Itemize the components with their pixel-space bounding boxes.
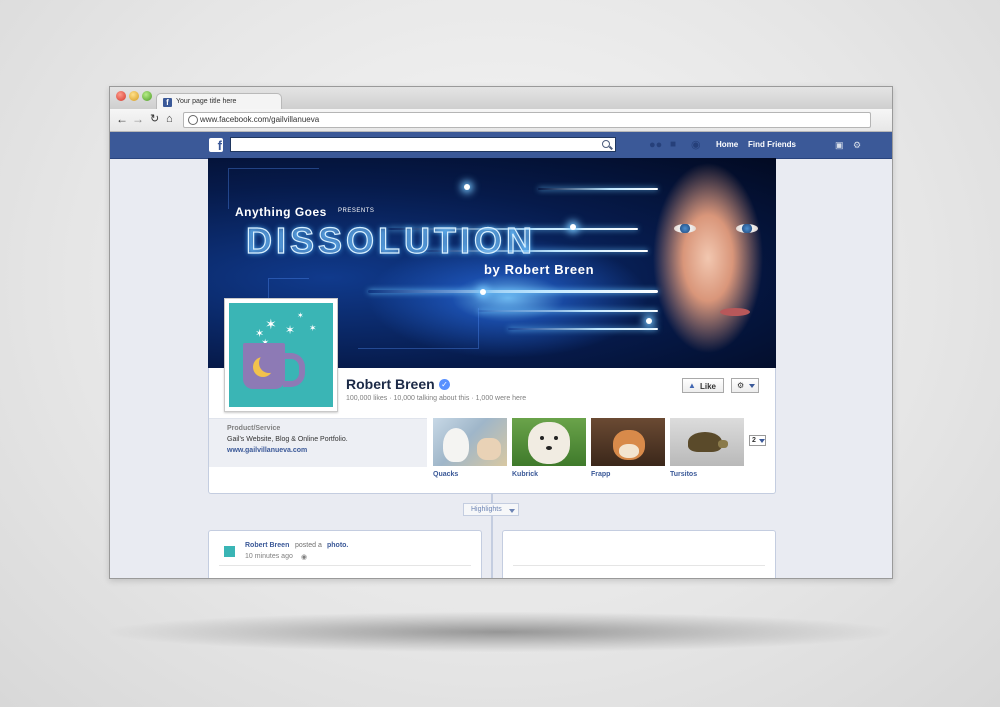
close-window-icon[interactable] xyxy=(116,91,126,101)
search-icon[interactable] xyxy=(602,140,610,148)
settings-gear-icon[interactable]: ⚙ xyxy=(853,140,861,151)
timeline-post-empty xyxy=(502,530,776,578)
app-tab-frapp[interactable]: Frapp xyxy=(591,418,665,484)
chevron-down-icon xyxy=(509,509,515,513)
light-spark xyxy=(480,289,486,295)
find-friends-link[interactable]: Find Friends xyxy=(748,140,796,149)
face-eye xyxy=(736,224,758,233)
friend-requests-icon[interactable]: ●● xyxy=(649,139,662,151)
light-beam xyxy=(508,328,658,330)
app-label: Kubrick xyxy=(512,471,539,478)
page-website-link[interactable]: www.gailvillanueva.com xyxy=(227,447,307,454)
divider xyxy=(513,565,765,566)
light-spark xyxy=(646,318,652,324)
light-beam xyxy=(478,310,658,312)
app-tab-quacks[interactable]: Quacks xyxy=(433,418,507,484)
divider xyxy=(219,565,471,566)
back-arrow-icon[interactable]: ← xyxy=(116,112,128,126)
minimize-window-icon[interactable] xyxy=(129,91,139,101)
cover-title: DISSOLUTION xyxy=(245,219,537,261)
reload-icon[interactable]: ↻ xyxy=(150,112,159,126)
profile-picture[interactable]: ✶ ✶ ✶ ✶ ✶ ✶ xyxy=(224,298,338,412)
face-mouth xyxy=(720,308,750,316)
gear-icon: ⚙ xyxy=(737,381,745,390)
moon-shadow xyxy=(259,353,279,373)
browser-titlebar: f Your page title here xyxy=(110,87,892,111)
hamster-photo-icon xyxy=(591,418,665,466)
like-button-label: Like xyxy=(700,382,717,391)
page-category: Product/Service xyxy=(227,425,281,432)
post-timestamp[interactable]: 10 minutes ago xyxy=(245,553,293,560)
dog-photo-icon xyxy=(512,418,586,466)
star-icon: ✶ xyxy=(309,323,317,333)
app-tab-kubrick[interactable]: Kubrick xyxy=(512,418,586,484)
tab-title: Your page title here xyxy=(176,98,237,105)
light-beam xyxy=(368,290,658,293)
verified-badge-icon: ✓ xyxy=(439,379,450,390)
post-action-text: posted a xyxy=(295,542,322,549)
turtle-photo-icon xyxy=(670,418,744,466)
notifications-globe-icon[interactable]: ◉ xyxy=(691,139,701,151)
page-options-button[interactable]: ⚙ xyxy=(731,378,759,393)
search-input[interactable] xyxy=(230,137,616,152)
address-bar[interactable]: www.facebook.com/gailvillanueva xyxy=(183,112,871,128)
light-beam xyxy=(538,188,658,190)
timeline-post[interactable]: Robert Breen posted a photo. 10 minutes … xyxy=(208,530,482,578)
globe-icon xyxy=(188,115,198,125)
post-photo-link[interactable]: photo. xyxy=(327,542,348,549)
page-description: Gail's Website, Blog & Online Portfolio. xyxy=(227,436,348,443)
app-tab-tursitos[interactable]: Tursitos xyxy=(670,418,744,484)
like-button[interactable]: ▲ Like xyxy=(682,378,724,393)
facebook-top-bar: f ●● ■ ◉ Home Find Friends ▣ ⚙ xyxy=(110,132,892,159)
maximize-window-icon[interactable] xyxy=(142,91,152,101)
apps-more-button[interactable]: 2 xyxy=(749,435,766,446)
chevron-down-icon xyxy=(759,439,765,443)
light-spark xyxy=(464,184,470,190)
highlights-label: Highlights xyxy=(471,506,502,513)
duck-photo-icon xyxy=(433,418,507,466)
star-icon: ✶ xyxy=(265,316,277,332)
post-author[interactable]: Robert Breen xyxy=(245,542,289,549)
facebook-page: Anything Goes PRESENTS DISSOLUTION by Ro… xyxy=(208,158,776,578)
light-spark xyxy=(570,224,576,230)
page-name[interactable]: Robert Breen xyxy=(346,376,435,392)
page-stats: 100,000 likes · 10,000 talking about thi… xyxy=(346,395,527,402)
home-link[interactable]: Home xyxy=(716,140,738,149)
app-label: Tursitos xyxy=(670,471,698,478)
browser-window: f Your page title here ← → ↻ ⌂ www.faceb… xyxy=(109,86,893,579)
star-icon: ✶ xyxy=(297,311,304,320)
facebook-logo-icon[interactable]: f xyxy=(209,138,223,153)
facebook-favicon-icon: f xyxy=(163,98,172,107)
apps-more-count: 2 xyxy=(752,437,756,444)
cover-byline: by Robert Breen xyxy=(484,262,595,277)
about-and-apps: Product/Service Gail's Website, Blog & O… xyxy=(208,418,776,494)
public-globe-icon: ◉ xyxy=(301,554,308,561)
browser-toolbar: ← → ↻ ⌂ www.facebook.com/gailvillanueva xyxy=(110,109,892,132)
messages-icon[interactable]: ■ xyxy=(670,139,676,151)
avatar[interactable] xyxy=(224,546,235,557)
cover-presenter-text: Anything Goes xyxy=(235,205,327,219)
forward-arrow-icon[interactable]: → xyxy=(132,112,144,126)
profile-art: ✶ ✶ ✶ ✶ ✶ ✶ xyxy=(229,303,333,407)
home-icon[interactable]: ⌂ xyxy=(166,112,173,126)
cover-presents-text: PRESENTS xyxy=(338,208,375,214)
about-box: Product/Service Gail's Website, Blog & O… xyxy=(209,418,427,467)
app-label: Quacks xyxy=(433,471,459,478)
floor-shadow xyxy=(110,612,890,652)
circuit-decoration xyxy=(228,168,319,209)
star-icon: ✶ xyxy=(285,323,296,337)
privacy-shortcuts-icon[interactable]: ▣ xyxy=(835,140,844,151)
url-text: www.facebook.com/gailvillanueva xyxy=(200,115,320,124)
circuit-decoration xyxy=(358,308,479,349)
highlights-dropdown[interactable]: Highlights xyxy=(463,503,519,516)
thumbs-up-icon: ▲ xyxy=(688,381,696,390)
face-eye xyxy=(674,224,696,233)
app-label: Frapp xyxy=(591,471,611,478)
mug-handle xyxy=(283,353,305,387)
chevron-down-icon xyxy=(749,384,755,388)
